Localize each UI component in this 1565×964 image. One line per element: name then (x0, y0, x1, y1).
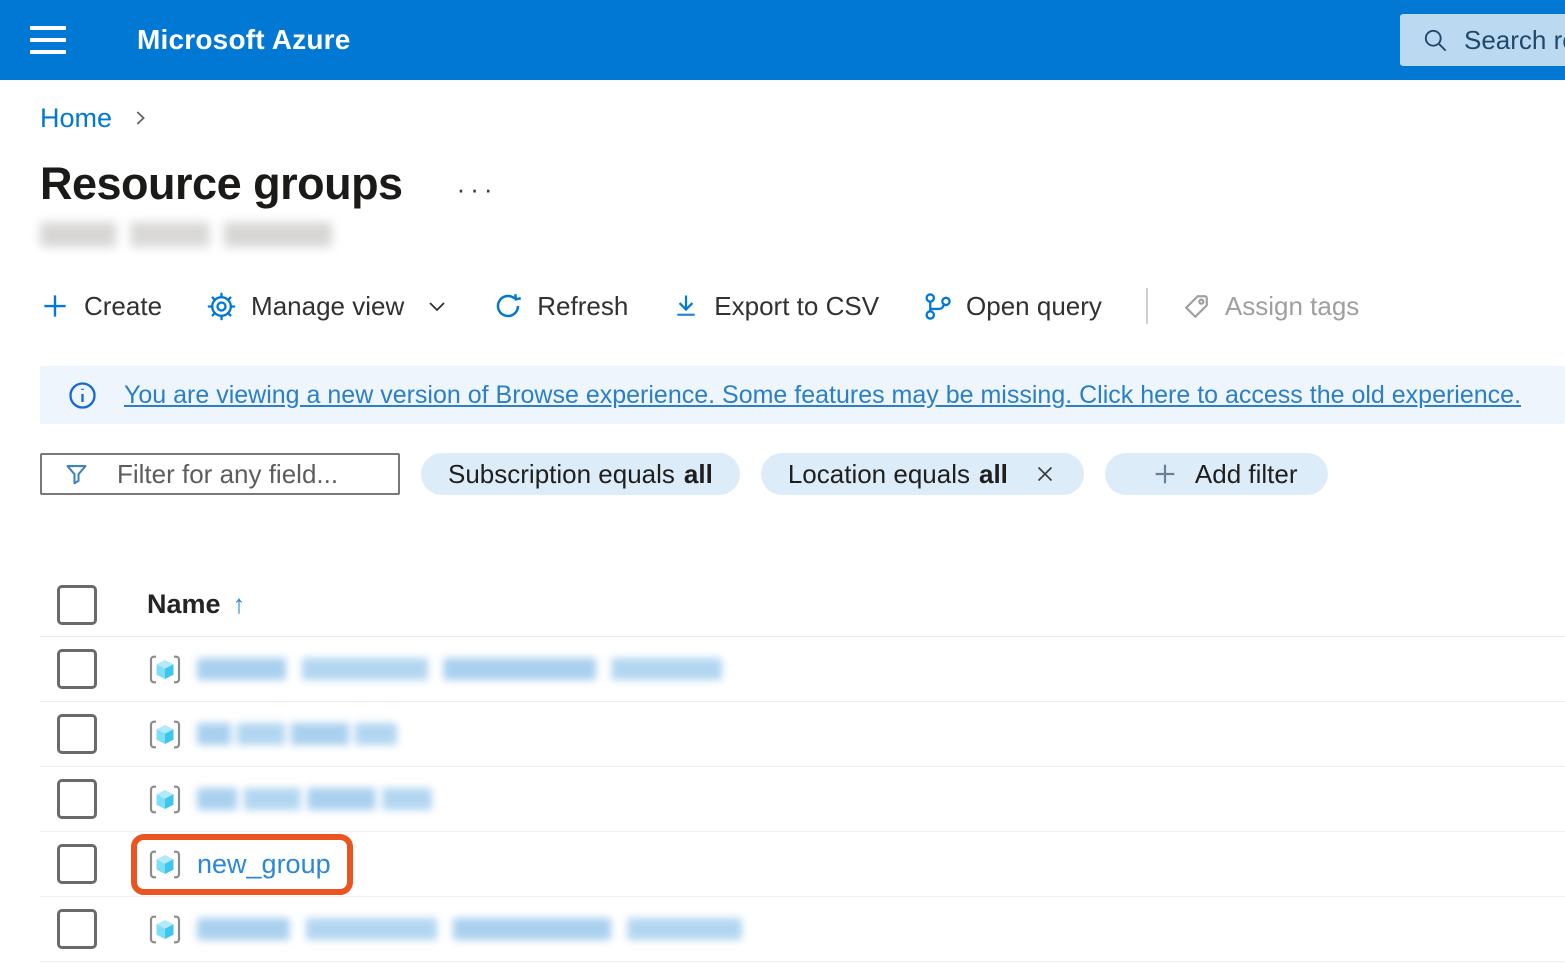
download-icon (672, 292, 700, 320)
plus-icon (1151, 460, 1179, 488)
export-to-csv-button[interactable]: Export to CSV (672, 291, 879, 322)
resource-group-icon (147, 652, 183, 687)
refresh-button[interactable]: Refresh (493, 291, 628, 322)
highlighted-row-name-cell: new_group (131, 834, 353, 895)
column-header-name[interactable]: Name (147, 589, 221, 620)
breadcrumb-home-link[interactable]: Home (40, 103, 112, 134)
row-name-cell (147, 717, 397, 752)
table-row (40, 637, 1565, 702)
manage-view-button[interactable]: Manage view (206, 291, 449, 322)
table-row (40, 702, 1565, 767)
filter-bar: Filter for any field... Subscription equ… (40, 453, 1565, 495)
search-placeholder-text: Search re (1464, 25, 1565, 56)
resource-group-icon (147, 912, 183, 947)
toolbar-divider (1146, 288, 1148, 324)
row-checkbox[interactable] (57, 844, 97, 884)
row-checkbox[interactable] (57, 909, 97, 949)
blurred-resource-group-name (197, 918, 742, 940)
search-icon (1422, 27, 1449, 54)
refresh-icon (493, 291, 523, 321)
open-query-button[interactable]: Open query (923, 291, 1102, 322)
subscription-filter-pill[interactable]: Subscription equals all (421, 453, 740, 495)
breadcrumb: Home (40, 102, 1565, 134)
row-checkbox[interactable] (57, 649, 97, 689)
resource-group-icon (147, 847, 183, 882)
banner-old-experience-link[interactable]: You are viewing a new version of Browse … (124, 381, 1521, 410)
page-title: Resource groups (40, 158, 403, 210)
plus-icon (40, 291, 70, 321)
hamburger-menu-icon[interactable] (30, 18, 68, 62)
gear-icon (206, 291, 237, 322)
row-checkbox[interactable] (57, 779, 97, 819)
more-options-icon[interactable]: ··· (457, 174, 498, 205)
info-banner: You are viewing a new version of Browse … (40, 366, 1565, 424)
create-button[interactable]: Create (40, 291, 162, 322)
command-bar: Create Manage view (40, 285, 1565, 327)
close-icon[interactable] (1033, 462, 1057, 486)
azure-brand-title[interactable]: Microsoft Azure (137, 24, 351, 56)
sort-ascending-icon: ↑ (233, 589, 246, 620)
top-bar: Microsoft Azure Search re (0, 0, 1565, 80)
row-checkbox[interactable] (57, 714, 97, 754)
location-filter-pill[interactable]: Location equals all (761, 453, 1084, 495)
tag-icon (1182, 292, 1211, 321)
assign-tags-button[interactable]: Assign tags (1182, 291, 1359, 322)
resource-group-icon (147, 782, 183, 817)
filter-funnel-icon (63, 461, 90, 488)
table-row (40, 767, 1565, 832)
filter-input[interactable]: Filter for any field... (40, 453, 400, 495)
row-name-cell (147, 652, 722, 687)
resource-group-table-body: new_group (40, 637, 1565, 962)
blurred-subscription-text (40, 222, 332, 247)
blurred-resource-group-name (197, 723, 397, 745)
resource-group-icon (147, 717, 183, 752)
row-name-cell (147, 782, 432, 817)
row-name-cell (147, 912, 742, 947)
branch-icon (923, 292, 952, 321)
chevron-right-icon (129, 107, 151, 129)
blurred-resource-group-name (197, 788, 432, 810)
filter-input-placeholder: Filter for any field... (117, 459, 338, 490)
resource-group-link[interactable]: new_group (197, 849, 331, 880)
global-search-input[interactable]: Search re (1400, 14, 1565, 66)
blurred-resource-group-name (197, 658, 722, 680)
add-filter-button[interactable]: Add filter (1105, 453, 1328, 495)
table-row (40, 897, 1565, 962)
table-header-row: Name ↑ (40, 573, 1565, 637)
chevron-down-icon (425, 294, 449, 318)
info-icon (67, 380, 98, 411)
table-row: new_group (40, 832, 1565, 897)
select-all-checkbox[interactable] (57, 585, 97, 625)
